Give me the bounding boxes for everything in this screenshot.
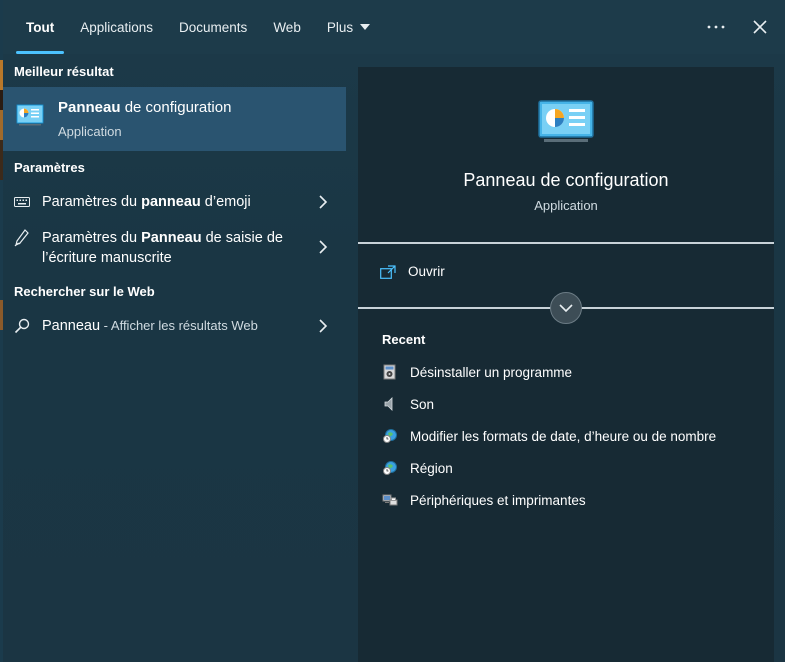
recent-item-uninstall-program[interactable]: Désinstaller un programme bbox=[382, 364, 572, 380]
open-action[interactable]: Ouvrir bbox=[380, 264, 445, 279]
settings-item-label: Paramètres du panneau d’emoji bbox=[42, 194, 251, 210]
speaker-icon bbox=[384, 397, 393, 411]
recent-item-region[interactable]: Région bbox=[382, 460, 453, 476]
pen-icon bbox=[14, 229, 30, 250]
filter-tabs: Tout Applications Documents Web Plus bbox=[13, 0, 383, 54]
close-button[interactable] bbox=[747, 14, 773, 40]
chevron-right-icon bbox=[319, 240, 328, 254]
more-options-button[interactable] bbox=[703, 14, 729, 40]
control-panel-icon bbox=[16, 104, 44, 129]
caret-down-icon bbox=[360, 24, 371, 30]
recent-item-label: Périphériques et imprimantes bbox=[410, 492, 586, 508]
recent-item-label: Modifier les formats de date, d’heure ou… bbox=[410, 428, 717, 444]
search-filter-bar: Tout Applications Documents Web Plus bbox=[3, 0, 785, 54]
best-result-subtitle: Application bbox=[58, 124, 122, 139]
programs-icon bbox=[383, 364, 396, 380]
open-external-icon bbox=[380, 264, 396, 279]
control-panel-large-icon bbox=[538, 100, 594, 147]
preview-subtitle: Application bbox=[534, 198, 598, 213]
best-result-header: Meilleur résultat bbox=[14, 64, 114, 79]
search-panel: Tout Applications Documents Web Plus Mei… bbox=[3, 0, 785, 662]
settings-header: Paramètres bbox=[14, 160, 85, 175]
best-result-title: Panneau de configuration bbox=[58, 99, 232, 116]
best-result-control-panel[interactable]: Panneau de configuration Application bbox=[3, 87, 346, 151]
recent-item-date-time-formats[interactable]: Modifier les formats de date, d’heure ou… bbox=[382, 428, 716, 444]
recent-item-label: Région bbox=[410, 460, 453, 476]
chevron-right-icon bbox=[319, 319, 328, 333]
divider bbox=[358, 242, 774, 244]
chevron-right-icon bbox=[319, 195, 328, 209]
tab-web[interactable]: Web bbox=[260, 0, 314, 54]
web-search-label: Panneau - Afficher les résultats Web bbox=[42, 318, 258, 334]
recent-item-devices-printers[interactable]: Périphériques et imprimantes bbox=[382, 492, 586, 508]
open-label: Ouvrir bbox=[408, 264, 445, 279]
tab-applications[interactable]: Applications bbox=[67, 0, 166, 54]
recent-header: Recent bbox=[382, 332, 426, 347]
recent-item-sound[interactable]: Son bbox=[382, 396, 434, 412]
preview-title: Panneau de configuration bbox=[463, 170, 669, 190]
close-icon bbox=[753, 20, 767, 34]
settings-item-label: Paramètres du Panneau de saisie de l’écri… bbox=[42, 230, 283, 266]
recent-item-label: Désinstaller un programme bbox=[410, 364, 573, 380]
search-icon bbox=[14, 318, 30, 337]
expand-button[interactable] bbox=[550, 292, 582, 324]
devices-printers-icon bbox=[382, 494, 398, 506]
preview-pane: Panneau de configuration Application Ouv… bbox=[358, 67, 774, 662]
tab-tout[interactable]: Tout bbox=[13, 0, 67, 54]
settings-item-emoji-panel[interactable]: Paramètres du panneau d’emoji bbox=[3, 186, 346, 218]
globe-clock-icon bbox=[383, 461, 397, 475]
top-actions bbox=[703, 14, 773, 40]
web-search-result[interactable]: Panneau - Afficher les résultats Web bbox=[3, 310, 346, 342]
chevron-down-icon bbox=[559, 304, 573, 313]
more-dots-icon bbox=[707, 25, 725, 29]
tab-documents[interactable]: Documents bbox=[166, 0, 260, 54]
globe-clock-icon bbox=[383, 429, 397, 443]
settings-item-handwriting-panel[interactable]: Paramètres du Panneau de saisie de l’écri… bbox=[3, 226, 346, 270]
tab-plus[interactable]: Plus bbox=[314, 0, 383, 54]
results-list: Meilleur résultat Panneau de configurati… bbox=[3, 54, 346, 662]
keyboard-icon bbox=[14, 195, 30, 211]
web-search-header: Rechercher sur le Web bbox=[14, 284, 155, 299]
recent-item-label: Son bbox=[410, 396, 435, 412]
